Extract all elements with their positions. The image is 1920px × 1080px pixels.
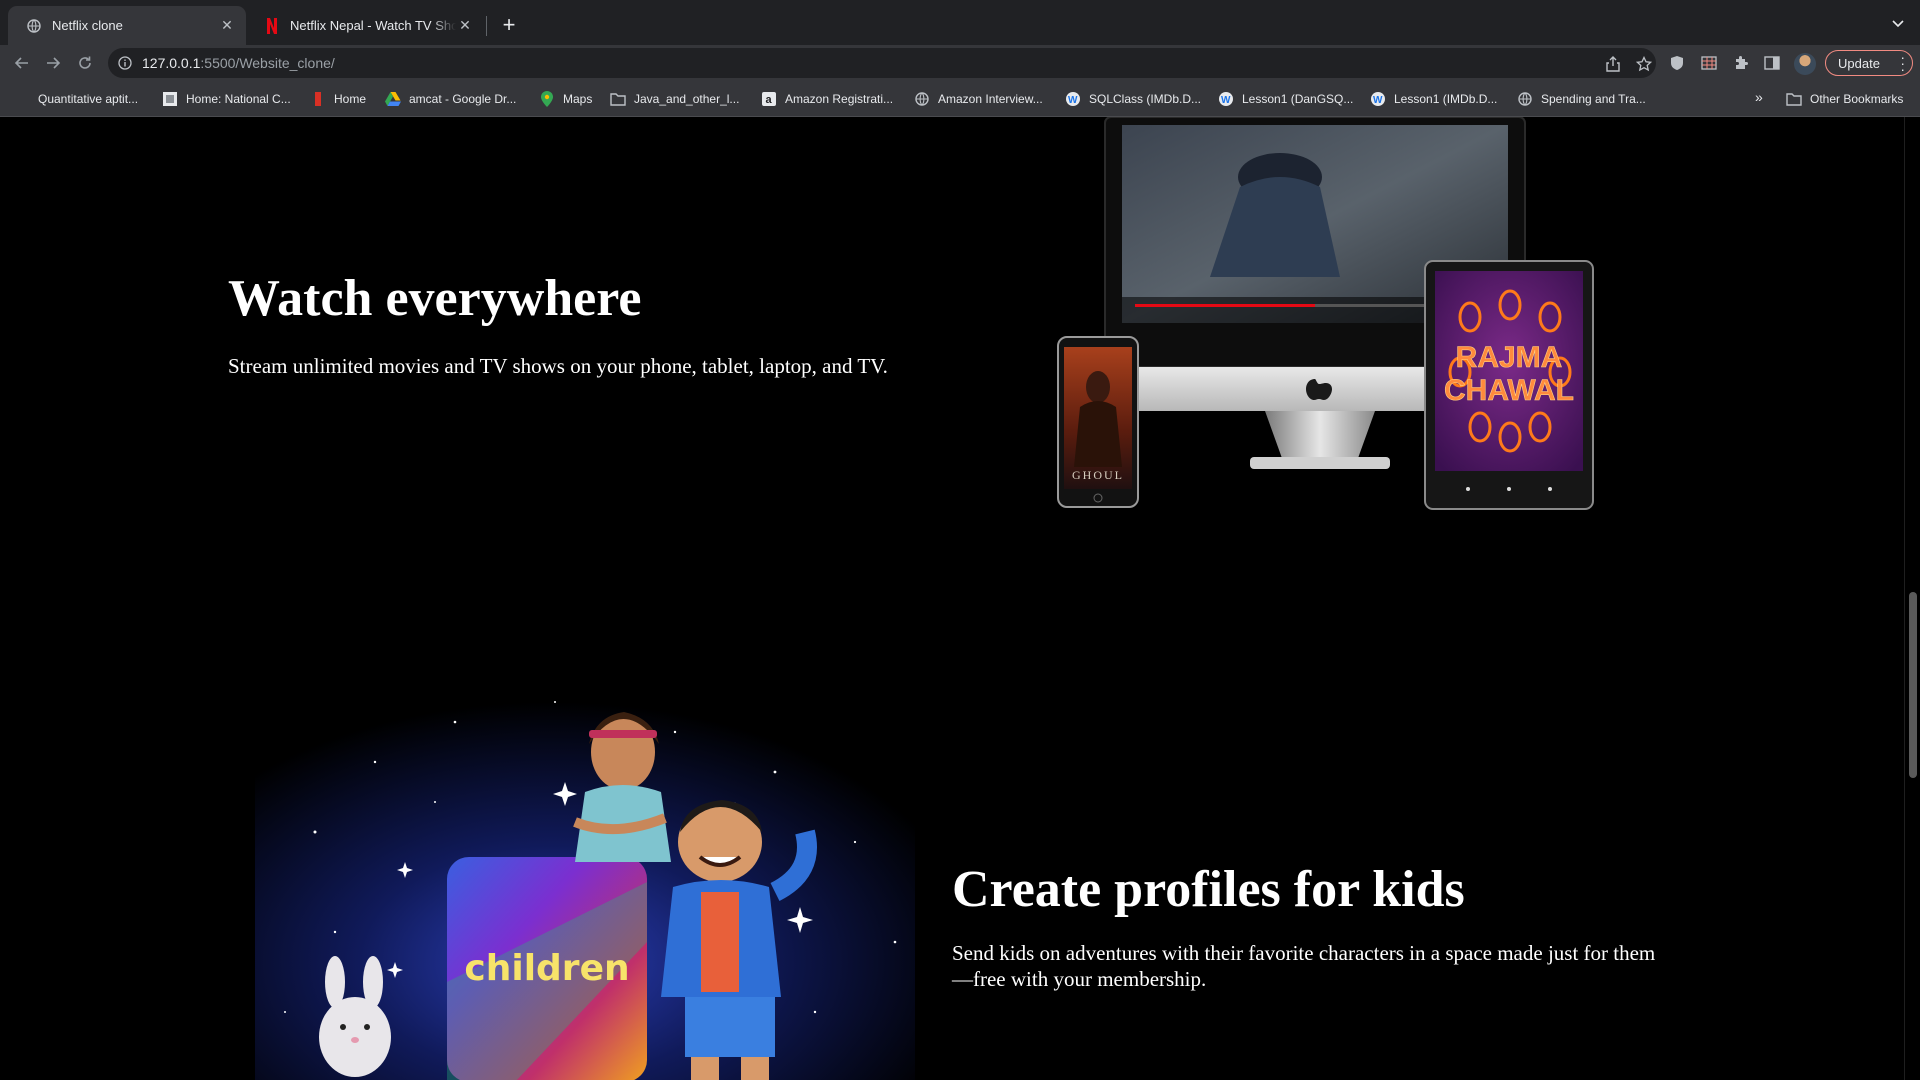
phone-poster-title: GHOUL [1072, 468, 1124, 482]
tablet-poster-title-line2: CHAWAL [1444, 374, 1574, 407]
watch-everywhere-description: Stream unlimited movies and TV shows on … [228, 354, 888, 378]
close-tab-icon[interactable]: ✕ [218, 17, 236, 35]
more-menu-icon[interactable]: · · · [1900, 50, 1905, 76]
scrollbar-thumb[interactable] [1909, 592, 1917, 778]
vertical-scrollbar[interactable] [1904, 117, 1920, 1080]
watch-everywhere-title: Watch everywhere [228, 270, 642, 327]
tab-title: Netflix Nepal - Watch TV Shows Online [290, 18, 456, 33]
bookmark-item[interactable]: Home [310, 81, 366, 117]
bookmark-red-icon [310, 91, 326, 107]
tab-netflix-clone[interactable]: Netflix clone ✕ [8, 6, 246, 45]
bookmark-item[interactable]: W Lesson1 (IMDb.D... [1370, 81, 1497, 117]
tab-netflix-nepal[interactable]: Netflix Nepal - Watch TV Shows Online ✕ [246, 6, 484, 45]
w-icon: W [1370, 91, 1386, 107]
puzzle-extensions-icon[interactable] [1731, 53, 1751, 73]
w-icon: W [1218, 91, 1234, 107]
more-bookmarks-chevron-icon[interactable]: » [1755, 89, 1763, 105]
bookmark-item[interactable]: Amazon Interview... [914, 81, 1043, 117]
site-icon [162, 91, 178, 107]
bookmark-item[interactable]: W Lesson1 (DanGSQ... [1218, 81, 1353, 117]
chevron-down-icon[interactable] [1887, 13, 1909, 35]
update-label: Update [1838, 55, 1880, 71]
svg-text:W: W [1221, 95, 1231, 106]
bookmark-item[interactable]: Quantitative aptit... [38, 81, 138, 117]
devices-illustration: RAJMA CHAWAL GHOUL [1050, 117, 1600, 517]
browser-tab-strip: Netflix clone ✕ Netflix Nepal - Watch TV… [0, 0, 1920, 45]
svg-text:W: W [1373, 95, 1383, 106]
netflix-n-icon [264, 17, 280, 34]
arrow-right-icon [47, 57, 61, 69]
reload-button[interactable] [71, 49, 99, 77]
shield-extension-icon[interactable] [1667, 53, 1687, 73]
kids-profiles-description: Send kids on adventures with their favor… [952, 941, 1656, 991]
bookmark-item[interactable]: W SQLClass (IMDb.D... [1065, 81, 1201, 117]
folder-icon [610, 91, 626, 107]
bookmark-item[interactable]: Home: National C... [162, 81, 291, 117]
bookmarks-bar: Quantitative aptit... Home: National C..… [0, 81, 1920, 117]
svg-text:a: a [766, 94, 773, 106]
back-button[interactable] [8, 49, 36, 77]
bookmark-item[interactable]: Spending and Tra... [1517, 81, 1646, 117]
google-drive-icon [385, 91, 401, 107]
globe-icon [1517, 91, 1533, 107]
amazon-icon: a [761, 91, 777, 107]
kids-profile-illustration: children [255, 682, 915, 1080]
tablet-poster-title-line1: RAJMA [1456, 341, 1563, 374]
w-icon: W [1065, 91, 1081, 107]
info-icon[interactable] [118, 56, 132, 70]
tab-title: Netflix clone [52, 18, 123, 33]
other-bookmarks-folder[interactable]: Other Bookmarks [1786, 81, 1903, 117]
tab-divider [486, 16, 487, 36]
reload-icon [79, 56, 91, 69]
folder-icon [1786, 91, 1802, 107]
share-icon[interactable] [1604, 55, 1622, 73]
address-bar[interactable]: 127.0.0.1:5500/Website_clone/ [108, 48, 1656, 78]
update-button[interactable]: Update · · · [1825, 50, 1913, 76]
new-tab-button[interactable]: + [496, 12, 522, 38]
kids-profiles-title: Create profiles for kids [952, 861, 1465, 918]
browser-toolbar: 127.0.0.1:5500/Website_clone/ Update · · · [0, 45, 1920, 81]
bookmark-item[interactable]: amcat - Google Dr... [385, 81, 516, 117]
grid-extension-icon[interactable] [1699, 53, 1719, 73]
arrow-left-icon [14, 57, 28, 69]
side-panel-icon[interactable] [1762, 53, 1782, 73]
forward-button[interactable] [39, 49, 67, 77]
close-tab-icon[interactable]: ✕ [456, 17, 474, 35]
maps-pin-icon [539, 91, 555, 107]
globe-icon [914, 91, 930, 107]
svg-text:W: W [1068, 95, 1078, 106]
star-icon[interactable] [1635, 55, 1653, 73]
children-profile-card: children [447, 857, 647, 1080]
page-viewport: Watch everywhere Stream unlimited movies… [0, 117, 1904, 1080]
bookmark-item[interactable]: Maps [539, 81, 592, 117]
profile-avatar[interactable] [1794, 53, 1816, 75]
globe-icon [26, 18, 42, 34]
bookmark-item[interactable]: a Amazon Registrati... [761, 81, 893, 117]
children-badge-text: children [464, 948, 629, 989]
url-text: 127.0.0.1:5500/Website_clone/ [142, 55, 335, 71]
bookmark-folder[interactable]: Java_and_other_l... [610, 81, 739, 117]
